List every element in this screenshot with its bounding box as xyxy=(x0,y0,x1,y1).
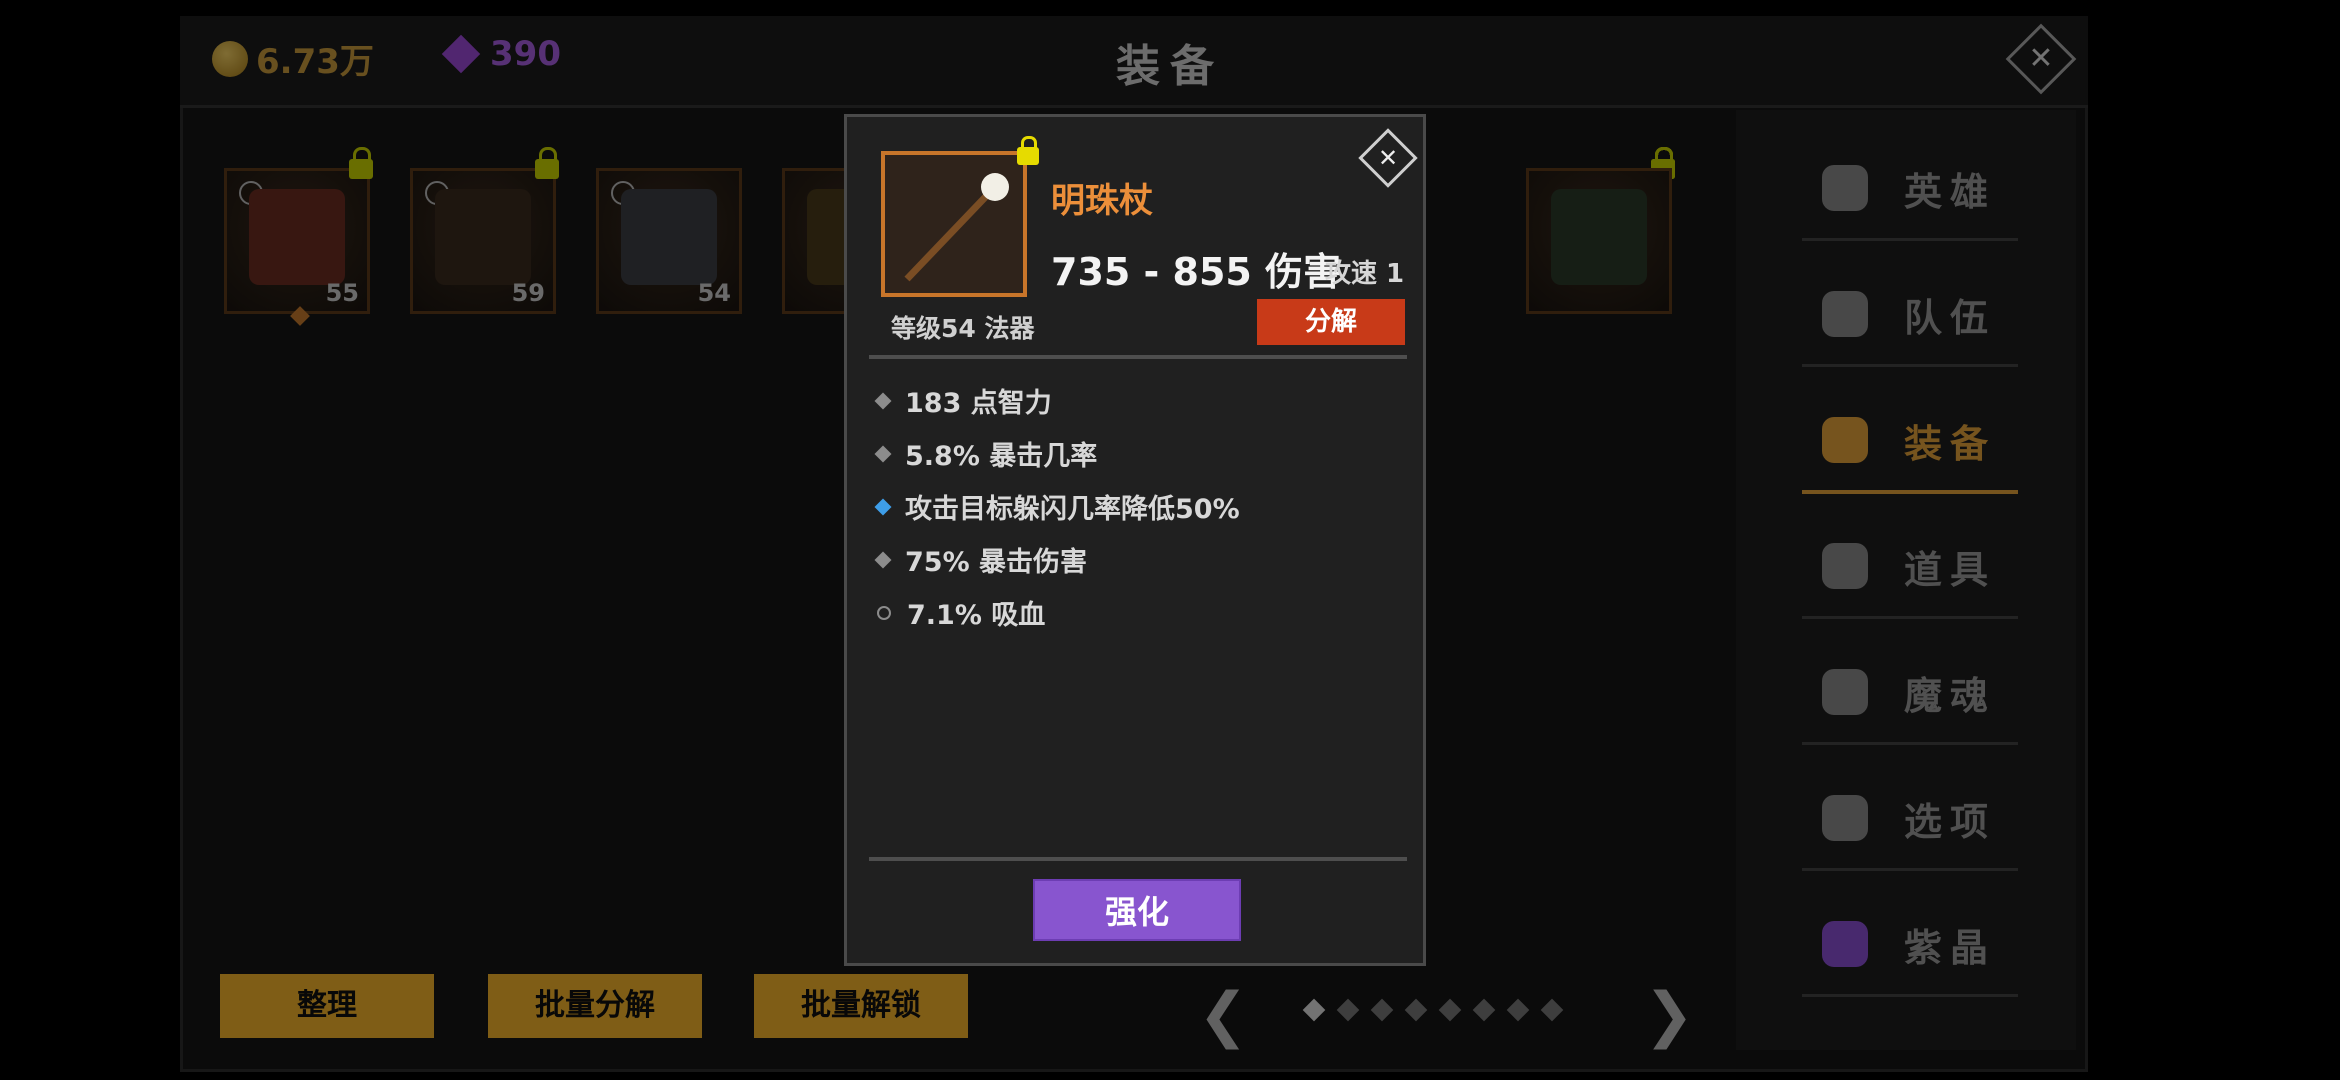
stat-line: 5.8% 暴击几率 xyxy=(874,434,1097,473)
damage-range: 735 - 855 伤害 xyxy=(1051,250,1342,294)
close-dialog-button[interactable]: ✕ xyxy=(1358,128,1418,188)
enhance-button[interactable]: 强化 xyxy=(1033,879,1241,941)
diamond-bullet-icon xyxy=(874,445,892,462)
decompose-button[interactable]: 分解 xyxy=(1257,299,1405,345)
diamond-bullet-icon xyxy=(874,392,892,409)
diamond-bullet-icon xyxy=(874,551,892,568)
stat-line: 7.1% 吸血 xyxy=(877,593,1045,632)
staff-icon xyxy=(904,173,1009,282)
item-level-type: 等级54 法器 xyxy=(891,314,1035,343)
stat-line: 75% 暴击伤害 xyxy=(874,540,1087,579)
divider xyxy=(869,355,1407,359)
stat-line: 183 点智力 xyxy=(874,381,1052,420)
refresh-bullet-icon xyxy=(877,605,891,620)
attack-speed: 攻速 1 xyxy=(1325,259,1405,289)
item-name: 明珠杖 xyxy=(1051,181,1153,221)
lock-icon[interactable] xyxy=(1017,136,1039,165)
item-portrait xyxy=(881,151,1027,297)
divider xyxy=(869,857,1407,861)
close-icon: ✕ xyxy=(1377,144,1399,172)
diamond-bullet-icon xyxy=(874,498,892,515)
stat-line: 攻击目标躲闪几率降低50% xyxy=(874,487,1240,526)
item-detail-dialog: 明珠杖 735 - 855 伤害 攻速 1 ✕ 等级54 法器 分解 183 点… xyxy=(844,114,1426,966)
